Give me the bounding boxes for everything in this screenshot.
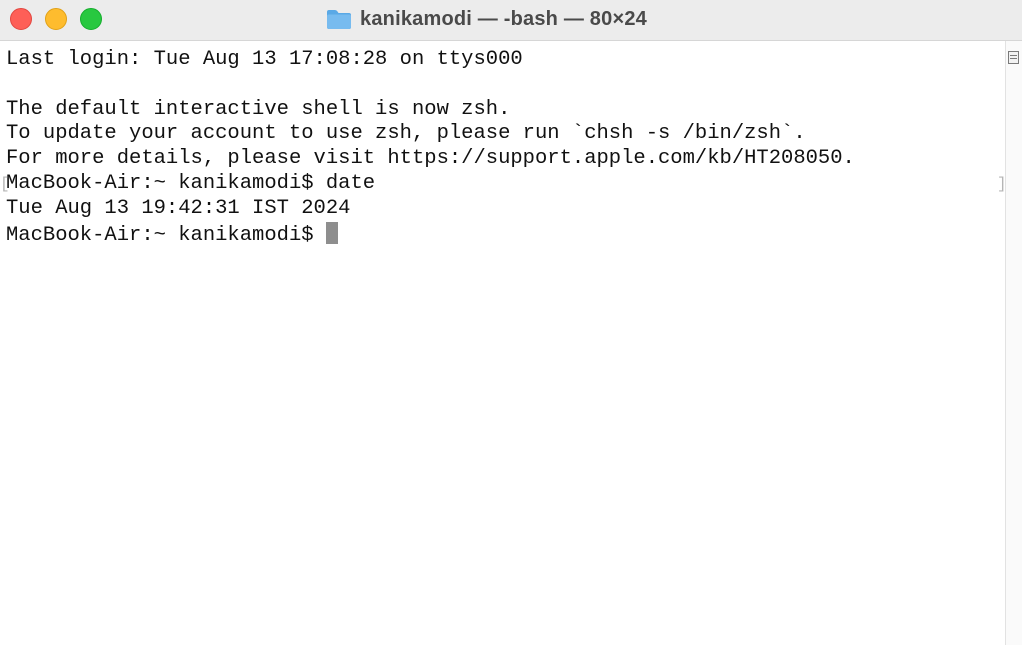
close-window-button[interactable] — [10, 8, 32, 30]
minimize-window-button[interactable] — [45, 8, 67, 30]
split-pane-icon[interactable] — [1008, 51, 1019, 64]
terminal-line: Tue Aug 13 19:42:31 IST 2024 — [6, 196, 351, 220]
terminal-line: For more details, please visit https://s… — [6, 147, 855, 171]
mark-bracket-left: [ — [0, 175, 10, 193]
shell-prompt: MacBook-Air:~ kanikamodi$ — [6, 223, 326, 247]
terminal-line: Last login: Tue Aug 13 17:08:28 on ttys0… — [6, 48, 523, 71]
text-cursor — [325, 221, 338, 244]
title-bar[interactable]: kanikamodi — -bash — 80×24 — [0, 0, 1022, 41]
terminal-line: MacBook-Air:~ kanikamodi$ date — [6, 171, 376, 195]
window-title: kanikamodi — -bash — 80×24 — [360, 7, 647, 30]
terminal-output[interactable]: Last login: Tue Aug 13 17:08:28 on ttys0… — [0, 41, 1005, 645]
zoom-window-button[interactable] — [80, 8, 102, 30]
vertical-scrollbar[interactable] — [1005, 41, 1022, 645]
terminal-line: The default interactive shell is now zsh… — [6, 97, 511, 121]
folder-icon — [327, 10, 351, 29]
terminal-line: To update your account to use zsh, pleas… — [6, 122, 806, 146]
window-title-group: kanikamodi — -bash — 80×24 — [326, 6, 647, 32]
prompt-line[interactable]: MacBook-Air:~ kanikamodi$ — [6, 221, 1005, 247]
terminal-window: kanikamodi — -bash — 80×24 Last login: T… — [0, 0, 1022, 645]
